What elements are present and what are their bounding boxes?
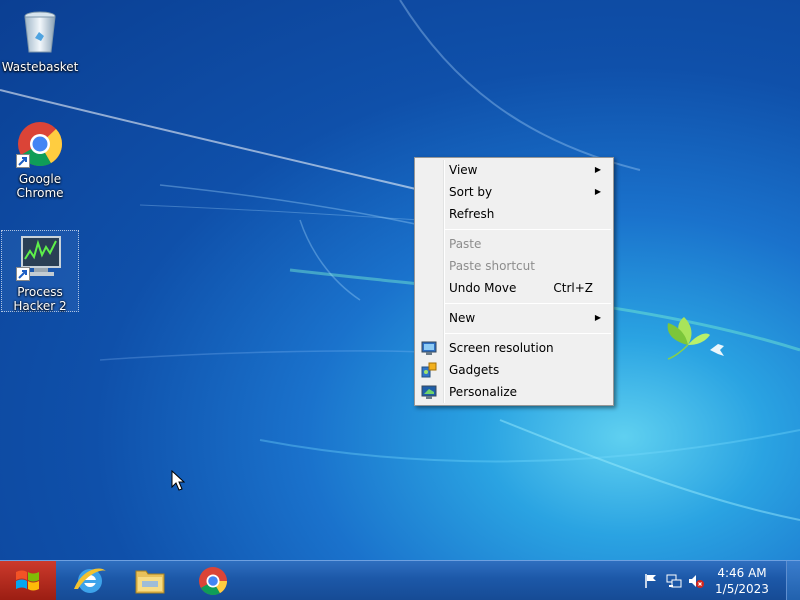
clock-date: 1/5/2023	[715, 582, 769, 596]
recycle-bin-icon	[16, 8, 64, 56]
file-explorer-icon	[135, 570, 165, 594]
desktop-icon-process-hacker[interactable]: Process Hacker 2	[1, 230, 79, 313]
menu-item-label: View	[449, 163, 478, 177]
menu-item-shortcut: Ctrl+Z	[553, 281, 593, 295]
desktop-context-menu: View ▶ Sort by ▶ Refresh Paste Paste sho…	[414, 157, 614, 406]
action-center-flag-icon[interactable]	[643, 573, 659, 589]
monitor-icon	[421, 340, 437, 356]
personalize-icon	[421, 384, 437, 400]
system-tray: 4:46 AM 1/5/2023	[630, 561, 800, 600]
taskbar-clock[interactable]: 4:46 AM 1/5/2023	[712, 565, 772, 597]
volume-muted-icon[interactable]	[688, 573, 704, 589]
show-desktop-button[interactable]	[786, 561, 800, 600]
chrome-icon	[16, 120, 64, 168]
menu-item-sort-by[interactable]: Sort by ▶	[417, 181, 611, 203]
menu-item-view[interactable]: View ▶	[417, 159, 611, 181]
desktop[interactable]: Wastebasket Google Chrome Process Hacker…	[0, 0, 800, 560]
menu-item-gadgets[interactable]: Gadgets	[417, 359, 611, 381]
network-icon[interactable]	[666, 573, 682, 589]
menu-item-paste[interactable]: Paste	[417, 233, 611, 255]
menu-item-label: Paste shortcut	[449, 259, 535, 273]
taskbar-internet-explorer[interactable]	[62, 563, 118, 599]
chrome-icon	[199, 567, 227, 595]
clock-time: 4:46 AM	[717, 566, 767, 580]
menu-item-undo-move[interactable]: Undo Move Ctrl+Z	[417, 277, 611, 299]
gadgets-icon	[421, 362, 437, 378]
menu-item-label: Paste	[449, 237, 482, 251]
menu-item-personalize[interactable]: Personalize	[417, 381, 611, 403]
menu-separator	[445, 333, 611, 334]
process-hacker-icon	[16, 233, 64, 281]
windows-logo-icon	[16, 570, 39, 591]
leaf-decoration	[667, 317, 710, 360]
menu-item-label: Undo Move	[449, 281, 517, 295]
menu-item-label: Refresh	[449, 207, 495, 221]
menu-item-paste-shortcut[interactable]: Paste shortcut	[417, 255, 611, 277]
desktop-icon-google-chrome[interactable]: Google Chrome	[1, 118, 79, 200]
menu-item-label: Gadgets	[449, 363, 500, 377]
menu-item-label: Screen resolution	[449, 341, 554, 355]
taskbar-file-explorer[interactable]	[122, 563, 178, 599]
menu-item-screen-resolution[interactable]: Screen resolution	[417, 337, 611, 359]
menu-item-refresh[interactable]: Refresh	[417, 203, 611, 225]
start-button[interactable]	[0, 561, 56, 600]
shortcut-arrow-icon	[16, 154, 30, 168]
internet-explorer-icon	[74, 568, 106, 593]
submenu-arrow-icon: ▶	[594, 313, 601, 322]
taskbar: 4:46 AM 1/5/2023	[0, 560, 800, 600]
menu-item-label: Sort by	[449, 185, 493, 199]
desktop-icon-label: Wastebasket	[1, 60, 79, 74]
desktop-icon-label: Process Hacker 2	[13, 285, 67, 313]
menu-separator	[445, 229, 611, 230]
menu-separator	[445, 303, 611, 304]
desktop-icon-wastebasket[interactable]: Wastebasket	[1, 6, 79, 74]
shortcut-arrow-icon	[16, 267, 30, 281]
menu-item-label: Personalize	[449, 385, 518, 399]
mouse-cursor-icon	[171, 470, 185, 491]
desktop-icon-label: Google Chrome	[16, 172, 64, 200]
wallpaper-swooshes	[0, 0, 800, 521]
menu-item-label: New	[449, 311, 476, 325]
menu-item-new[interactable]: New ▶	[417, 307, 611, 329]
submenu-arrow-icon: ▶	[594, 165, 601, 174]
taskbar-google-chrome[interactable]	[185, 563, 241, 599]
submenu-arrow-icon: ▶	[594, 187, 601, 196]
